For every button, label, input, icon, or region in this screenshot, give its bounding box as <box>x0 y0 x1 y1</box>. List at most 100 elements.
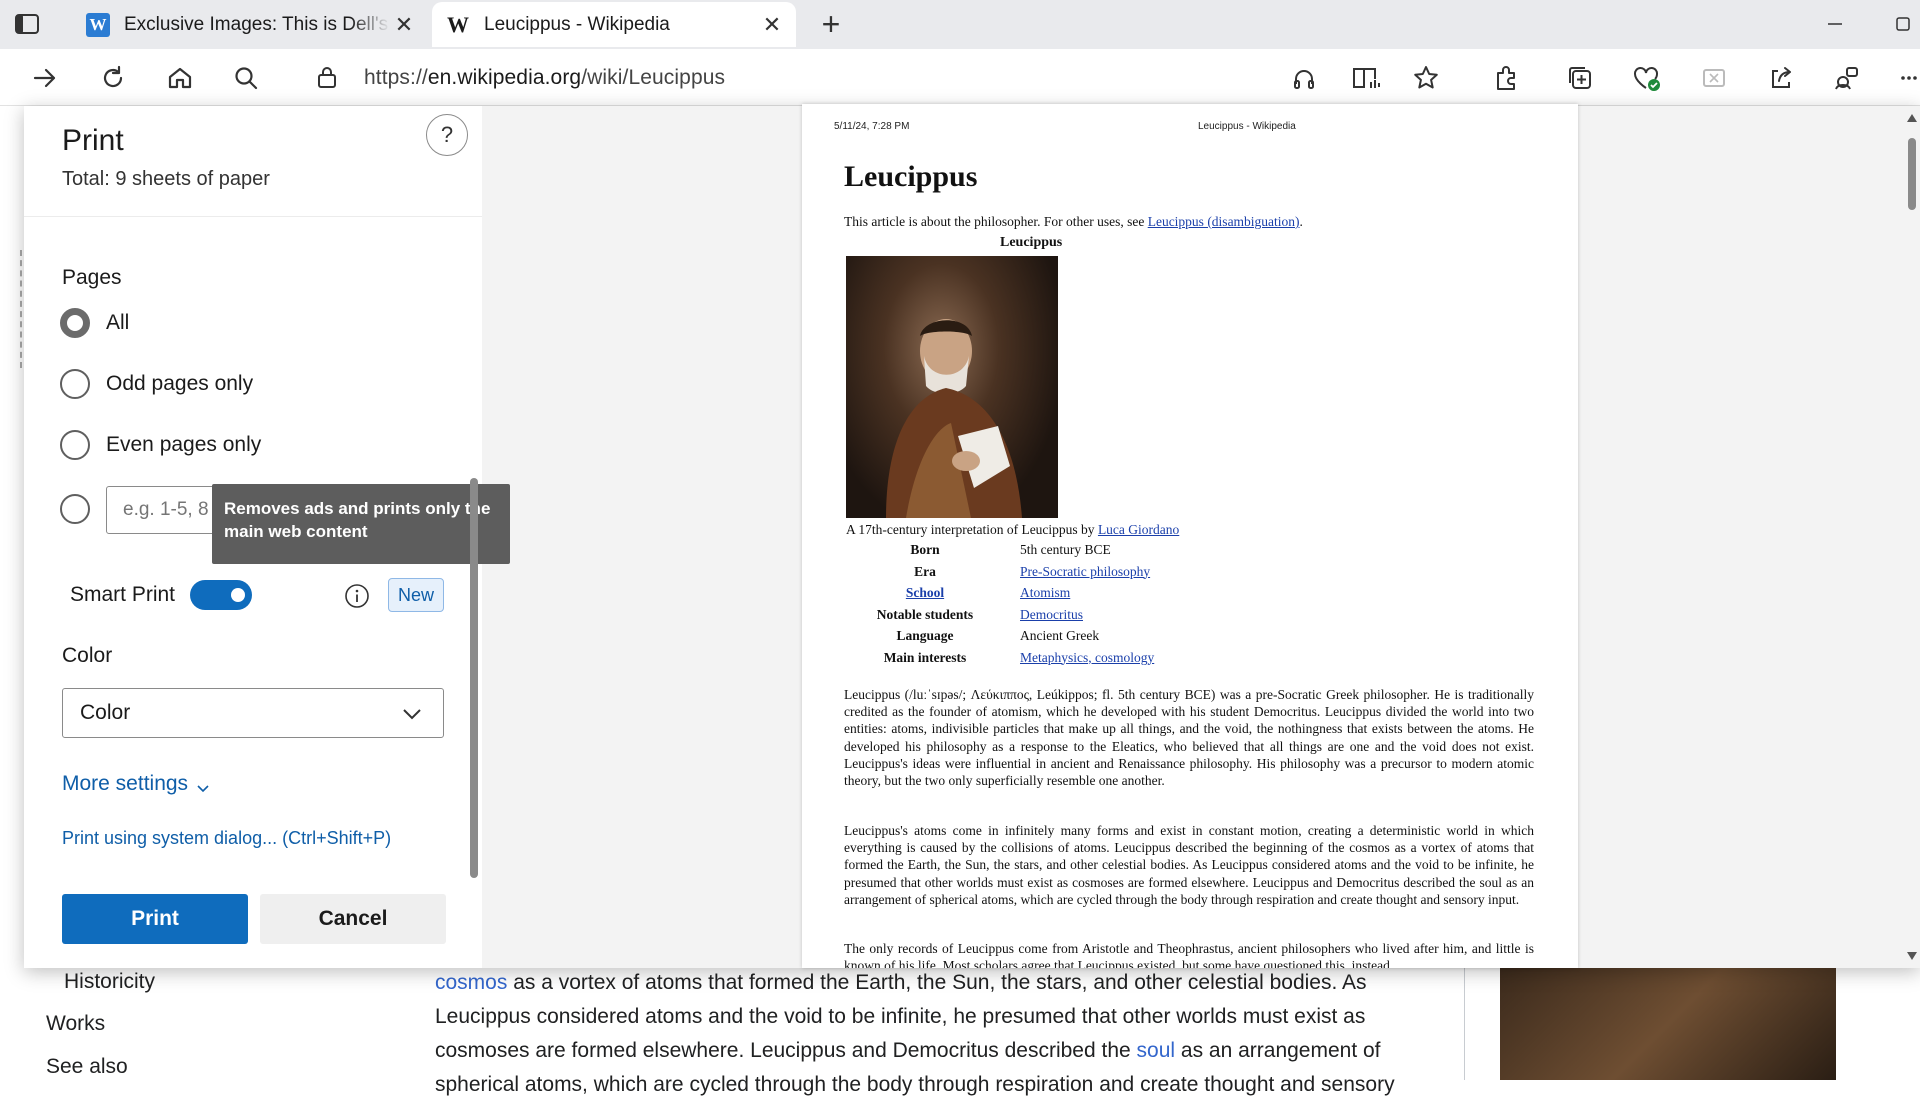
radio-label: Odd pages only <box>106 372 254 395</box>
infobox-portrait-image[interactable] <box>1500 968 1836 1080</box>
color-select[interactable]: Color <box>62 688 444 738</box>
immersive-reader-icon[interactable] <box>1349 61 1383 95</box>
scroll-down-icon[interactable] <box>1907 952 1917 960</box>
radio-unselected[interactable] <box>60 494 90 524</box>
smart-print-toggle[interactable] <box>190 580 252 610</box>
luca-giordano-link: Luca Giordano <box>1097 522 1180 537</box>
infobox-key: School <box>905 585 945 600</box>
help-button[interactable]: ? <box>426 114 468 156</box>
article-body-text: cosmos as a vortex of atoms that formed … <box>435 966 1435 1102</box>
forward-icon[interactable] <box>28 61 62 95</box>
close-tab-icon[interactable]: ✕ <box>758 11 786 39</box>
soul-link[interactable]: soul <box>1137 1039 1176 1062</box>
collections-icon[interactable] <box>1563 61 1597 95</box>
close-tab-icon[interactable]: ✕ <box>390 11 418 39</box>
screenshot-icon[interactable] <box>1697 61 1731 95</box>
preview-paragraph-1: Leucippus (/luːˈsɪpəs/; Λεύκιππος, Leúki… <box>844 687 1534 789</box>
tab-dell-article[interactable]: W Exclusive Images: This is Dell's upcom… <box>72 2 428 47</box>
infobox-key: Notable students <box>876 606 974 622</box>
more-settings-link[interactable]: More settings <box>62 772 210 796</box>
hatnote-text: This article is about the philosopher. F… <box>844 214 1148 229</box>
infobox-key: Born <box>910 542 940 557</box>
smart-print-label: Smart Print <box>70 583 176 606</box>
infobox-value: Pre-Socratic philosophy <box>1020 563 1151 579</box>
scroll-up-icon[interactable] <box>1907 114 1917 122</box>
article-text-line: spherical atoms, which are cycled throug… <box>435 1073 1395 1096</box>
portrait-caption: A 17th-century interpretation of Leucipp… <box>846 522 1179 538</box>
home-icon[interactable] <box>163 61 197 95</box>
caption-text: A 17th-century interpretation of Leucipp… <box>846 522 1098 537</box>
copilot-icon[interactable] <box>1830 61 1864 95</box>
preview-hatnote: This article is about the philosopher. F… <box>844 214 1303 230</box>
toc-item-works[interactable]: Works <box>46 1012 105 1036</box>
url-scheme: https:// <box>364 66 428 89</box>
pages-heading: Pages <box>62 266 122 289</box>
infobox-value: Democritus <box>1020 606 1083 622</box>
minimize-icon[interactable] <box>1822 12 1848 36</box>
extensions-icon[interactable] <box>1489 61 1523 95</box>
preview-paragraph-3: The only records of Leucippus come from … <box>844 941 1534 968</box>
disambiguation-link: Leucippus (disambiguation) <box>1147 214 1300 229</box>
pages-option-custom[interactable] <box>60 494 106 524</box>
print-title: Print <box>62 124 124 157</box>
preview-article-title: Leucippus <box>844 160 978 193</box>
infobox-table: Born 5th century BCE Era Pre-Socratic phil… <box>846 540 1176 669</box>
leucippus-portrait-image <box>846 256 1058 518</box>
article-text-line: cosmoses are formed elsewhere. Leucippus… <box>435 1039 1137 1062</box>
system-dialog-link[interactable]: Print using system dialog... (Ctrl+Shift… <box>62 828 391 849</box>
infobox-key: Language <box>896 628 954 643</box>
chevron-down-icon <box>196 777 210 793</box>
print-button[interactable]: Print <box>62 894 248 944</box>
article-text-line: as a vortex of atoms that formed the Ear… <box>507 971 1367 994</box>
maximize-icon[interactable] <box>1890 12 1916 36</box>
tab-wikipedia[interactable]: W Leucippus - Wikipedia ✕ <box>432 2 796 47</box>
radio-unselected[interactable] <box>60 430 90 460</box>
url-host: en.wikipedia.org <box>427 66 582 89</box>
browser-essentials-icon[interactable] <box>1630 61 1664 95</box>
sheet-count: Total: 9 sheets of paper <box>62 168 270 190</box>
infobox-value: Atomism <box>1020 585 1071 600</box>
lock-icon[interactable] <box>316 65 338 89</box>
radio-selected[interactable] <box>60 308 90 338</box>
share-icon[interactable] <box>1764 61 1798 95</box>
address-bar[interactable]: https://en.wikipedia.org/wiki/Leucippus <box>292 55 1292 99</box>
url-text[interactable]: https://en.wikipedia.org/wiki/Leucippus <box>364 66 725 90</box>
wikipedia-favicon-icon: W <box>447 11 469 37</box>
toc-item-historicity[interactable]: Historicity <box>64 970 155 994</box>
infobox-title: Leucippus <box>1000 235 1063 250</box>
new-badge: New <box>388 578 444 612</box>
article-text-line: Leucippus considered atoms and the void … <box>435 1005 1366 1028</box>
smart-print-tooltip: Removes ads and prints only the main web… <box>212 484 510 564</box>
toc-item-see-also[interactable]: See also <box>46 1055 128 1079</box>
preview-scrollbar[interactable] <box>1904 106 1920 968</box>
print-preview-page: 5/11/24, 7:28 PM Leucippus - Wikipedia L… <box>802 104 1578 968</box>
favorite-star-icon[interactable] <box>1409 61 1443 95</box>
url-path: /wiki/Leucippus <box>581 66 726 89</box>
infobox-row: Born 5th century BCE <box>846 540 1176 562</box>
panel-scrollbar[interactable] <box>470 478 478 878</box>
search-icon[interactable] <box>229 61 263 95</box>
preview-header-title: Leucippus - Wikipedia <box>1198 121 1296 132</box>
preview-scroll-thumb[interactable] <box>1908 138 1916 210</box>
refresh-icon[interactable] <box>96 61 130 95</box>
infobox-key: Main interests <box>883 649 967 665</box>
infobox-border <box>1464 968 1465 1080</box>
tab-label: Exclusive Images: This is Dell's upcomin… <box>124 13 390 35</box>
cancel-button[interactable]: Cancel <box>260 894 446 944</box>
infobox-value: Ancient Greek <box>1020 628 1100 643</box>
pages-option-even[interactable]: Even pages only <box>60 430 261 460</box>
more-options-icon[interactable] <box>1894 61 1920 95</box>
cosmos-link[interactable]: cosmos <box>435 971 507 994</box>
radio-unselected[interactable] <box>60 369 90 399</box>
infobox-row: Main interests Metaphysics, cosmology <box>846 648 1176 670</box>
info-icon[interactable] <box>344 583 370 609</box>
pages-option-all[interactable]: All <box>60 308 129 338</box>
infobox-value: 5th century BCE <box>1020 542 1111 557</box>
infobox-value: Metaphysics, cosmology <box>1020 649 1155 665</box>
pages-option-odd[interactable]: Odd pages only <box>60 369 253 399</box>
tab-actions-icon[interactable] <box>14 12 40 36</box>
more-settings-label: More settings <box>62 772 189 795</box>
infobox-row: Language Ancient Greek <box>846 626 1176 648</box>
new-tab-button[interactable]: + <box>816 8 846 40</box>
read-aloud-icon[interactable] <box>1287 61 1321 95</box>
